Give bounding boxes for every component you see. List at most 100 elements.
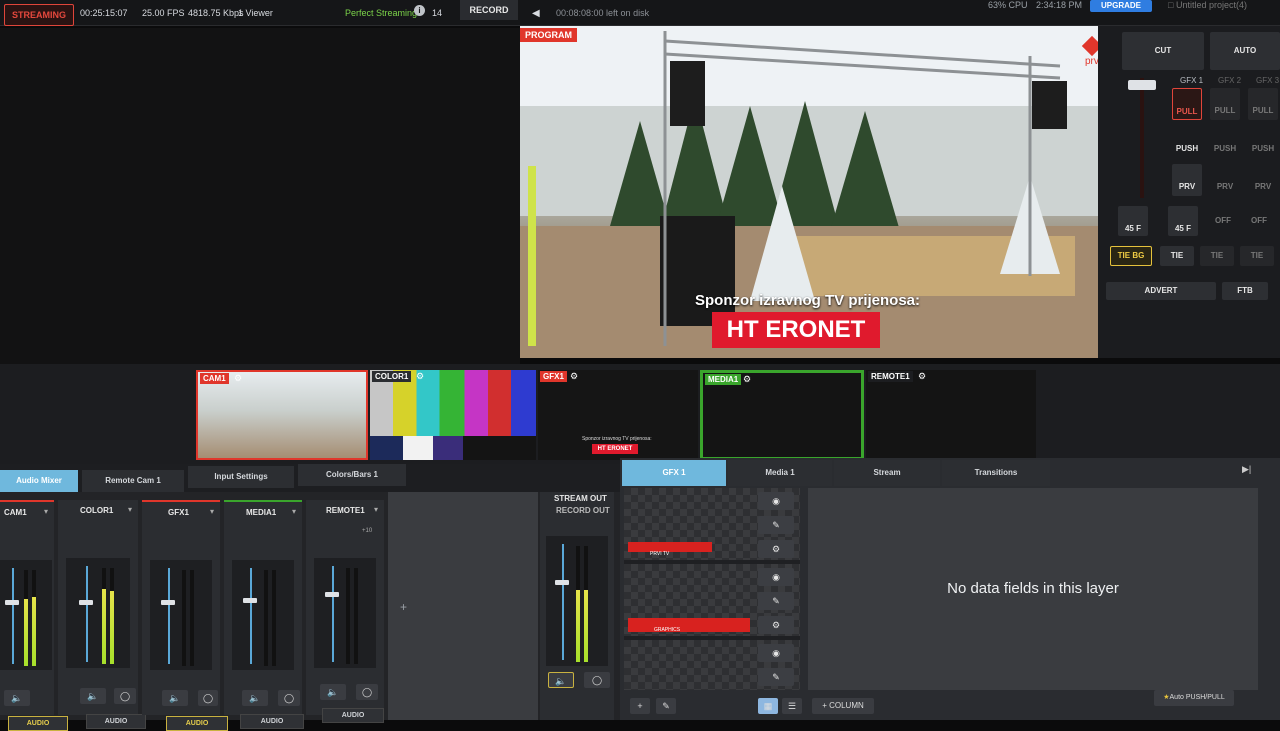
tab-stream[interactable]: Stream — [834, 460, 940, 486]
settings-icon[interactable]: ⚙ — [758, 616, 794, 634]
advert-button[interactable]: ADVERT — [1106, 282, 1216, 300]
settings-icon[interactable]: ⚙ — [918, 371, 926, 382]
master-fader[interactable] — [555, 580, 569, 585]
gfx3-prv-button[interactable]: PRV — [1248, 164, 1278, 196]
chevron-down-icon[interactable]: ▾ — [292, 507, 296, 516]
speaker-icon[interactable]: 🔈 — [162, 690, 188, 706]
settings-icon[interactable]: ⚙ — [570, 371, 578, 382]
tie-gfx2-button[interactable]: TIE — [1200, 246, 1234, 266]
cut-button[interactable]: CUT — [1122, 32, 1204, 70]
chevron-down-icon[interactable]: ▾ — [210, 507, 214, 516]
share-icon[interactable]: ◀ — [532, 8, 540, 19]
audio-toggle-button[interactable]: AUDIO — [322, 708, 384, 723]
gfx1-duration[interactable]: 45 F — [1168, 206, 1198, 236]
speaker-icon[interactable]: 🔈 — [80, 688, 106, 704]
settings-icon[interactable]: ⚙ — [234, 373, 242, 384]
tab-colors-bars[interactable]: Colors/Bars 1 — [298, 464, 406, 486]
info-icon[interactable]: i — [414, 5, 425, 16]
headphones-icon[interactable]: ◯ — [278, 690, 300, 706]
speaker-icon[interactable]: 🔈 — [242, 690, 268, 706]
gfx2-push-button[interactable]: PUSH — [1210, 126, 1240, 158]
volume-fader[interactable] — [79, 600, 93, 605]
gfx1-push-button[interactable]: PUSH — [1172, 126, 1202, 158]
gfx1-prv-button[interactable]: PRV — [1172, 164, 1202, 196]
chevron-down-icon[interactable]: ▾ — [128, 505, 132, 514]
edit-icon[interactable]: ✎ — [758, 668, 794, 686]
eye-icon[interactable]: ◉ — [758, 492, 794, 510]
record-button[interactable]: RECORD — [460, 0, 518, 20]
eye-icon[interactable]: ◉ — [758, 568, 794, 586]
gfx3-off[interactable]: OFF — [1244, 206, 1274, 236]
grid-view-icon[interactable]: ▦ — [758, 698, 778, 714]
gfx1-pull-button[interactable]: PULL — [1172, 88, 1202, 120]
tab-transitions[interactable]: Transitions — [942, 460, 1050, 486]
gfx2-pull-button[interactable]: PULL — [1210, 88, 1240, 120]
gfx-layer[interactable]: PRVI TV ◉ ✎ ⚙ — [624, 488, 800, 560]
headphones-icon[interactable]: ◯ — [584, 672, 610, 688]
auto-button[interactable]: AUTO — [1210, 32, 1280, 70]
audio-toggle-button[interactable]: AUDIO — [86, 714, 146, 729]
headphones-icon[interactable]: ◯ — [114, 688, 136, 704]
gfx3-push-button[interactable]: PUSH — [1248, 126, 1278, 158]
fps-readout: 25.00 FPS — [142, 8, 185, 18]
gfx2-off[interactable]: OFF — [1208, 206, 1238, 236]
chevron-down-icon[interactable]: ▾ — [374, 505, 378, 514]
headphones-icon[interactable]: ◯ — [198, 690, 218, 706]
gfx-layer[interactable]: GRAPHICS ◉ ✎ ⚙ — [624, 564, 800, 636]
ftb-button[interactable]: FTB — [1222, 282, 1268, 300]
tab-media1[interactable]: Media 1 — [728, 460, 832, 486]
edit-icon[interactable]: ✎ — [758, 516, 794, 534]
add-layer-icon[interactable]: + — [630, 698, 650, 714]
tbar-track[interactable] — [1140, 78, 1144, 198]
volume-fader[interactable] — [5, 600, 19, 605]
upgrade-button[interactable]: UPGRADE — [1090, 0, 1152, 12]
auto-push-pull-button[interactable]: ★Auto PUSH/PULL — [1154, 690, 1234, 706]
audio-toggle-button[interactable]: AUDIO — [8, 716, 68, 731]
empty-state-message: No data fields in this layer — [947, 580, 1119, 597]
input-thumb-color1[interactable]: COLOR1 ⚙ — [370, 370, 536, 460]
tie-bg-button[interactable]: TIE BG — [1110, 246, 1152, 266]
tie-gfx3-button[interactable]: TIE — [1240, 246, 1274, 266]
audio-toggle-button[interactable]: AUDIO — [240, 714, 304, 729]
add-channel-icon[interactable]: + — [400, 600, 407, 614]
project-name[interactable]: □ Untitled project(4) — [1168, 0, 1247, 10]
tbar-handle[interactable] — [1128, 80, 1156, 90]
volume-fader[interactable] — [325, 592, 339, 597]
tab-input-settings[interactable]: Input Settings — [188, 466, 294, 488]
speaker-icon[interactable]: 🔈 — [320, 684, 346, 700]
input-thumb-remote1[interactable]: REMOTE1 ⚙ — [866, 370, 1036, 460]
gfx2-prv-button[interactable]: PRV — [1210, 164, 1240, 196]
volume-fader[interactable] — [243, 598, 257, 603]
list-view-icon[interactable]: ☰ — [782, 698, 802, 714]
input-thumb-cam1[interactable]: CAM1 ⚙ — [196, 370, 368, 460]
speaker-icon[interactable]: 🔈 — [548, 672, 574, 688]
tab-remote-cam[interactable]: Remote Cam 1 — [82, 470, 184, 492]
gfx-layer[interactable]: ◉ ✎ — [624, 640, 800, 690]
left-tab-bar: Audio Mixer Remote Cam 1 Input Settings … — [0, 464, 620, 492]
audio-toggle-button[interactable]: AUDIO — [166, 716, 228, 731]
edit-icon[interactable]: ✎ — [656, 698, 676, 714]
tab-gfx1[interactable]: GFX 1 — [622, 460, 726, 486]
chevron-down-icon[interactable]: ▾ — [44, 507, 48, 516]
program-monitor[interactable]: PROGRAM prvi Sponzor izravnog TV prijeno… — [520, 26, 1112, 358]
input-thumb-media1[interactable]: MEDIA1 ⚙ — [700, 370, 864, 460]
settings-icon[interactable]: ⚙ — [416, 371, 424, 382]
add-column-button[interactable]: + COLUMN — [812, 698, 874, 714]
preview-monitor[interactable] — [0, 28, 520, 364]
gfx3-pull-button[interactable]: PULL — [1248, 88, 1278, 120]
eye-icon[interactable]: ◉ — [758, 644, 794, 662]
volume-fader[interactable] — [161, 600, 175, 605]
tab-audio-mixer[interactable]: Audio Mixer — [0, 470, 78, 492]
tie-gfx1-button[interactable]: TIE — [1160, 246, 1194, 266]
settings-icon[interactable]: ⚙ — [758, 540, 794, 558]
transition-duration[interactable]: 45 F — [1118, 206, 1148, 236]
input-thumb-gfx1[interactable]: GFX1 ⚙ Sponzor izravnog TV prijenosa: HT… — [538, 370, 698, 460]
collapse-icon[interactable]: ▶| — [1242, 464, 1251, 475]
streaming-button[interactable]: STREAMING — [4, 4, 74, 26]
headphones-icon[interactable]: ◯ — [356, 684, 378, 700]
speaker-icon[interactable]: 🔈 — [4, 690, 30, 706]
layer-preview: PRVI TV — [628, 542, 712, 557]
edit-icon[interactable]: ✎ — [758, 592, 794, 610]
settings-icon[interactable]: ⚙ — [743, 374, 751, 385]
checkbox-icon[interactable]: □ — [1168, 0, 1173, 10]
